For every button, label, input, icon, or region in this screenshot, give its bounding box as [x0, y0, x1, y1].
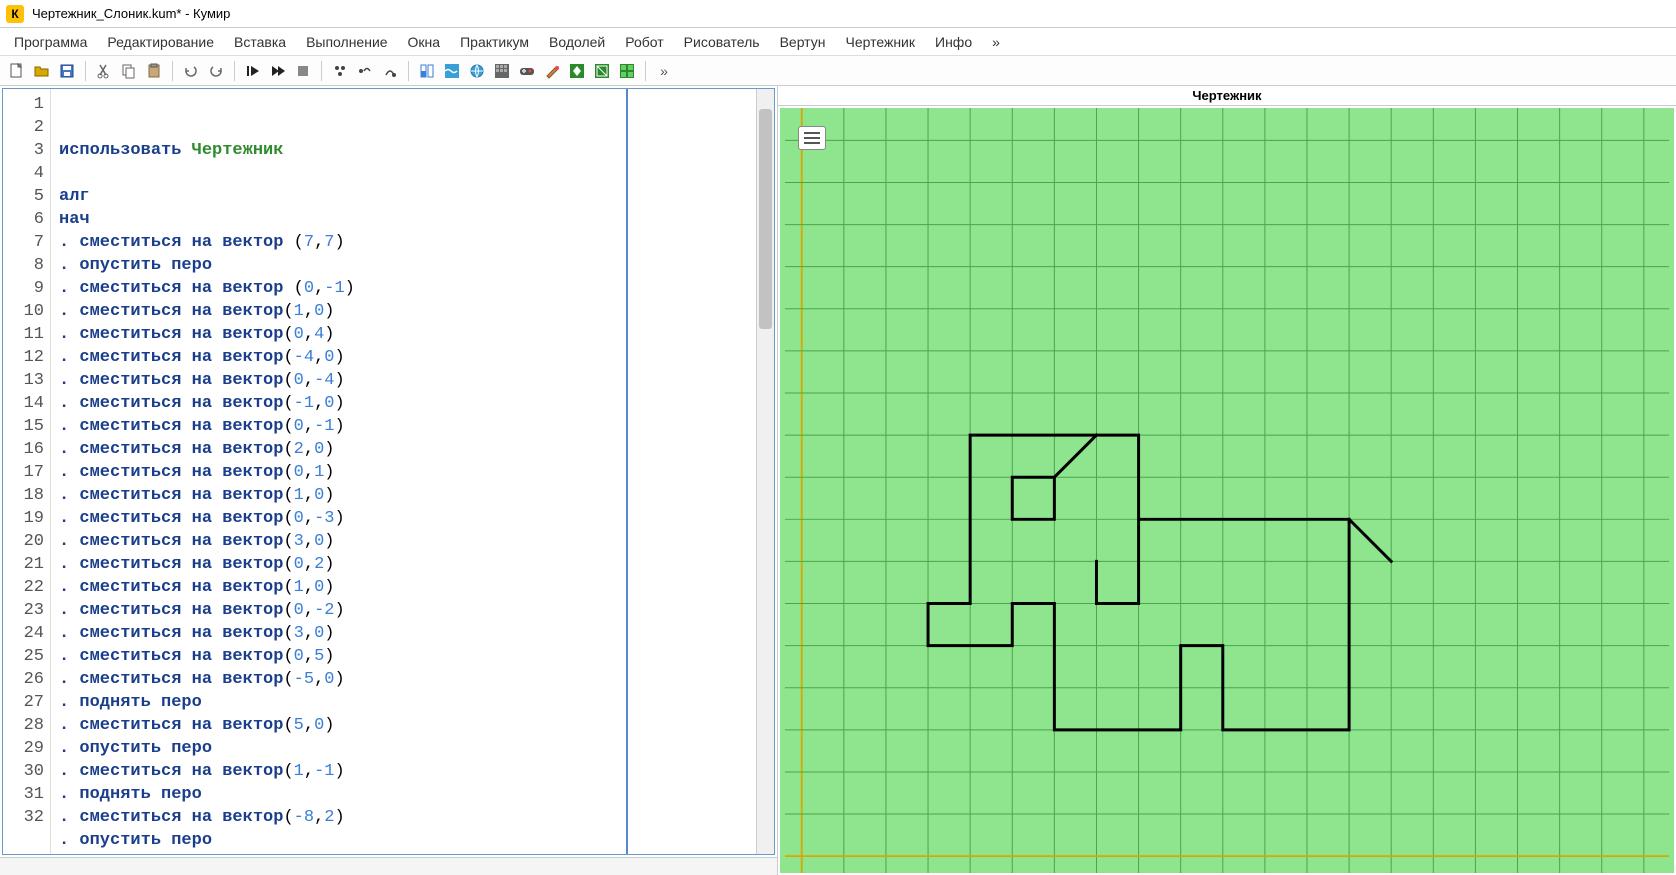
code-line[interactable]: использовать Чертежник	[59, 139, 748, 162]
actor-drafter-icon[interactable]	[591, 60, 613, 82]
actor-painter-icon[interactable]	[541, 60, 563, 82]
code-line[interactable]: . сместиться на вектор (0,-1)	[59, 277, 748, 300]
menu-item-2[interactable]: Вставка	[226, 30, 294, 54]
menu-bar: ПрограммаРедактированиеВставкаВыполнение…	[0, 28, 1676, 56]
canvas-pane: Чертежник	[778, 86, 1676, 875]
window-title: Чертежник_Слоник.kum* - Кумир	[32, 6, 230, 21]
toolbar-separator	[172, 61, 173, 81]
code-line[interactable]: . сместиться на вектор(0,-4)	[59, 369, 748, 392]
code-line[interactable]	[59, 162, 748, 185]
canvas-menu-icon[interactable]	[798, 126, 826, 150]
canvas-title: Чертежник	[778, 86, 1676, 106]
code-line[interactable]: алг	[59, 185, 748, 208]
code-line[interactable]: . сместиться на вектор(-5,0)	[59, 668, 748, 691]
toolbar: »	[0, 56, 1676, 86]
code-line[interactable]: . сместиться на вектор(2,0)	[59, 438, 748, 461]
title-bar: К Чертежник_Слоник.kum* - Кумир	[0, 0, 1676, 28]
menu-item-9[interactable]: Вертун	[772, 30, 834, 54]
vertical-scrollbar[interactable]	[756, 89, 774, 854]
app-icon: К	[6, 5, 24, 23]
actor-globe-icon[interactable]	[466, 60, 488, 82]
code-line[interactable]: . сместиться на вектор(1,0)	[59, 484, 748, 507]
code-line[interactable]: . сместиться на вектор(1,0)	[59, 576, 748, 599]
code-line[interactable]: . сместиться на вектор(3,0)	[59, 530, 748, 553]
toolbar-separator	[645, 61, 646, 81]
code-line[interactable]: . опустить перо	[59, 829, 748, 852]
cut-icon[interactable]	[93, 60, 115, 82]
code-line[interactable]: нач	[59, 208, 748, 231]
menu-item-10[interactable]: Чертежник	[837, 30, 923, 54]
redo-icon[interactable]	[205, 60, 227, 82]
editor-pane: 1234567891011121314151617181920212223242…	[0, 86, 778, 875]
code-line[interactable]: . сместиться на вектор(3,0)	[59, 622, 748, 645]
menu-item-8[interactable]: Рисователь	[676, 30, 768, 54]
code-line[interactable]: . сместиться на вектор(0,-1)	[59, 415, 748, 438]
step-over-icon[interactable]	[354, 60, 376, 82]
code-line[interactable]: . сместиться на вектор(0,1)	[59, 461, 748, 484]
code-line[interactable]: . поднять перо	[59, 691, 748, 714]
code-editor[interactable]: 1234567891011121314151617181920212223242…	[2, 88, 775, 855]
toolbar-overflow[interactable]: »	[653, 60, 675, 82]
code-line[interactable]: . сместиться на вектор(0,-1)	[59, 852, 748, 855]
copy-icon[interactable]	[118, 60, 140, 82]
actor-gamepad-icon[interactable]	[516, 60, 538, 82]
toolbar-separator	[321, 61, 322, 81]
actor-turtle-icon[interactable]	[566, 60, 588, 82]
line-number-gutter: 1234567891011121314151617181920212223242…	[3, 89, 51, 854]
menu-item-7[interactable]: Робот	[617, 30, 671, 54]
code-line[interactable]: . поднять перо	[59, 783, 748, 806]
paste-icon[interactable]	[143, 60, 165, 82]
step-into-icon[interactable]	[329, 60, 351, 82]
menu-item-11[interactable]: Инфо	[927, 30, 980, 54]
code-line[interactable]: . опустить перо	[59, 737, 748, 760]
stop-icon[interactable]	[292, 60, 314, 82]
menu-item-5[interactable]: Практикум	[452, 30, 537, 54]
save-file-icon[interactable]	[56, 60, 78, 82]
run-step-icon[interactable]	[267, 60, 289, 82]
code-line[interactable]: . сместиться на вектор(-1,0)	[59, 392, 748, 415]
menu-item-4[interactable]: Окна	[400, 30, 449, 54]
menu-item-0[interactable]: Программа	[6, 30, 95, 54]
actor-robot-icon[interactable]	[491, 60, 513, 82]
code-line[interactable]: . сместиться на вектор(-8,2)	[59, 806, 748, 829]
code-line[interactable]: . сместиться на вектор(-4,0)	[59, 346, 748, 369]
code-line[interactable]: . сместиться на вектор(0,-3)	[59, 507, 748, 530]
step-out-icon[interactable]	[379, 60, 401, 82]
code-line[interactable]: . сместиться на вектор(1,-1)	[59, 760, 748, 783]
undo-icon[interactable]	[180, 60, 202, 82]
new-file-icon[interactable]	[6, 60, 28, 82]
menu-item-3[interactable]: Выполнение	[298, 30, 395, 54]
toolbar-separator	[85, 61, 86, 81]
run-icon[interactable]	[242, 60, 264, 82]
code-line[interactable]: . сместиться на вектор(5,0)	[59, 714, 748, 737]
editor-status-bar	[0, 857, 777, 875]
toolbar-separator	[408, 61, 409, 81]
scrollbar-thumb[interactable]	[759, 109, 772, 329]
menu-item-12[interactable]: »	[984, 30, 1008, 54]
open-file-icon[interactable]	[31, 60, 53, 82]
canvas-svg	[780, 108, 1674, 873]
main-area: 1234567891011121314151617181920212223242…	[0, 86, 1676, 875]
toolbar-separator	[234, 61, 235, 81]
code-text[interactable]: использовать Чертежник алгнач. сместитьс…	[51, 89, 756, 854]
code-line[interactable]: . сместиться на вектор(0,2)	[59, 553, 748, 576]
actor-vodoley-icon[interactable]	[416, 60, 438, 82]
menu-item-6[interactable]: Водолей	[541, 30, 613, 54]
code-line[interactable]: . сместиться на вектор(0,-2)	[59, 599, 748, 622]
editor-split-divider[interactable]	[626, 89, 628, 854]
code-line[interactable]: . сместиться на вектор(0,5)	[59, 645, 748, 668]
code-line[interactable]: . опустить перо	[59, 254, 748, 277]
actor-grid-icon[interactable]	[616, 60, 638, 82]
actor-wave-icon[interactable]	[441, 60, 463, 82]
code-line[interactable]: . сместиться на вектор (7,7)	[59, 231, 748, 254]
drawing-canvas[interactable]	[780, 108, 1674, 873]
code-line[interactable]: . сместиться на вектор(1,0)	[59, 300, 748, 323]
menu-item-1[interactable]: Редактирование	[99, 30, 222, 54]
code-line[interactable]: . сместиться на вектор(0,4)	[59, 323, 748, 346]
